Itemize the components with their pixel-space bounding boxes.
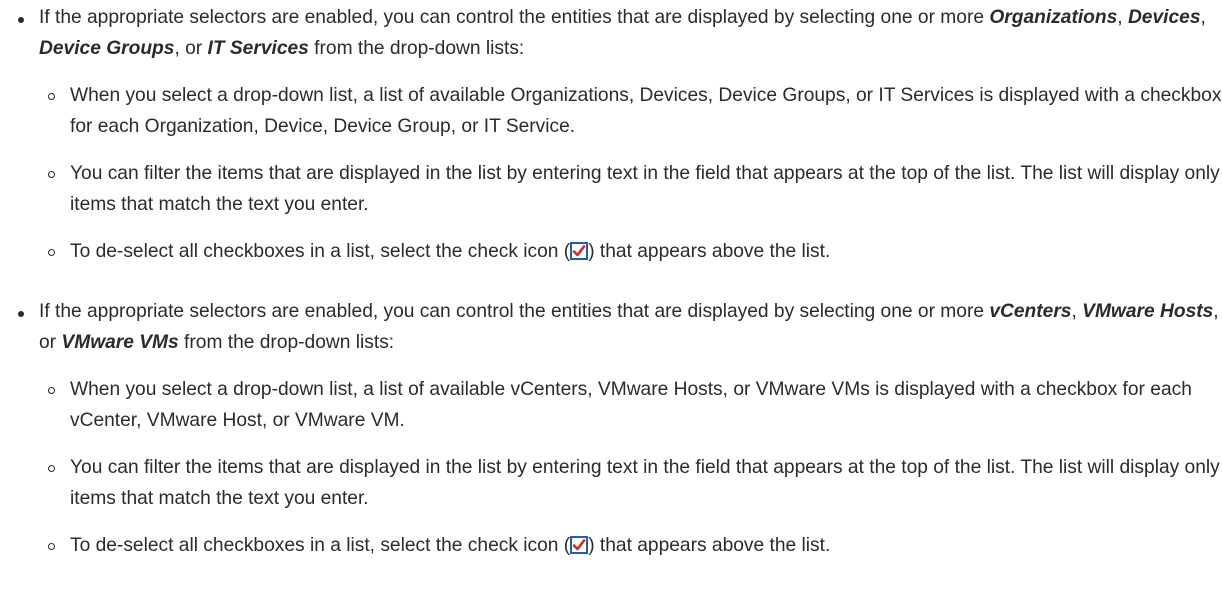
sub-item-dropdown: When you select a drop-down list, a list… [39, 374, 1222, 436]
term-vmware-hosts: VMware Hosts [1082, 301, 1214, 322]
deselect-text: To de-select all checkboxes in a list, s… [70, 241, 571, 262]
separator: , [1200, 7, 1206, 28]
sub-bullet-list: When you select a drop-down list, a list… [39, 374, 1222, 561]
document-body: If the appropriate selectors are enabled… [0, 0, 1222, 597]
checkbox-check-icon [570, 242, 589, 260]
term-vmware-vms: VMware VMs [61, 332, 179, 353]
separator: , [1071, 301, 1083, 322]
sub-bullet-list: When you select a drop-down list, a list… [39, 80, 1222, 267]
sub-item-deselect: To de-select all checkboxes in a list, s… [39, 236, 1222, 267]
term-vcenters: vCenters [989, 301, 1072, 322]
sub-item-deselect: To de-select all checkboxes in a list, s… [39, 530, 1222, 561]
intro-tail: from the drop-down lists: [308, 38, 525, 59]
bullet-item-vmware-selectors: If the appropriate selectors are enabled… [18, 296, 1222, 561]
bullet-item-it-selectors: If the appropriate selectors are enabled… [18, 2, 1222, 267]
separator: , or [174, 38, 208, 59]
checkbox-check-icon [570, 536, 589, 554]
bullet-intro: If the appropriate selectors are enabled… [39, 2, 1222, 64]
term-it-services: IT Services [207, 38, 309, 59]
deselect-text: To de-select all checkboxes in a list, s… [70, 535, 571, 556]
sub-item-filter: You can filter the items that are displa… [39, 158, 1222, 220]
bullet-intro: If the appropriate selectors are enabled… [39, 296, 1222, 358]
intro-text: If the appropriate selectors are enabled… [39, 7, 990, 28]
sub-item-filter: You can filter the items that are displa… [39, 452, 1222, 514]
deselect-tail: ) that appears above the list. [588, 535, 831, 556]
sub-item-dropdown: When you select a drop-down list, a list… [39, 80, 1222, 142]
term-devices: Devices [1127, 7, 1201, 28]
deselect-tail: ) that appears above the list. [588, 241, 831, 262]
separator: , [1117, 7, 1128, 28]
bullet-list: If the appropriate selectors are enabled… [18, 2, 1222, 561]
intro-tail: from the drop-down lists: [178, 332, 395, 353]
term-organizations: Organizations [989, 7, 1118, 28]
intro-text: If the appropriate selectors are enabled… [39, 301, 990, 322]
term-device-groups: Device Groups [39, 38, 175, 59]
